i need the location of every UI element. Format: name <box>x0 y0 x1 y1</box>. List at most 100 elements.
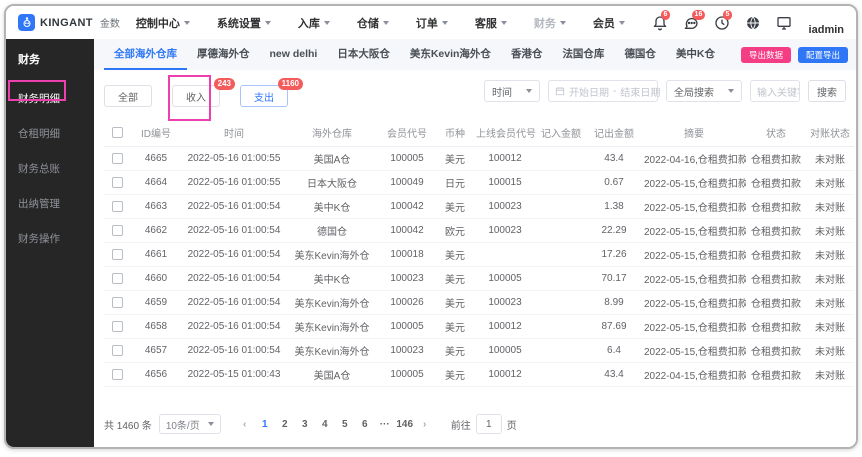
search-button[interactable]: 搜索 <box>808 80 846 102</box>
row-checkbox[interactable] <box>112 201 123 212</box>
clock-icon[interactable]: 5 <box>714 15 730 31</box>
table-cell: 2022-05-15,仓租费扣款 <box>642 291 746 315</box>
table-cell: 未对账 <box>806 267 854 291</box>
table-cell: 仓租费扣款 <box>746 195 806 219</box>
table-cell: 87.69 <box>586 315 642 339</box>
nav-menu-item[interactable]: 系统设置 <box>217 15 271 31</box>
warehouse-tab[interactable]: 美东Kevin海外仓 <box>400 39 501 70</box>
select-all-checkbox[interactable] <box>112 127 123 138</box>
search-scope-select[interactable]: 全局搜索 <box>666 80 742 102</box>
row-checkbox[interactable] <box>112 345 123 356</box>
nav-menu-item[interactable]: 财务 <box>534 15 566 31</box>
page-button[interactable]: 5 <box>336 415 354 433</box>
table-cell: 6.4 <box>586 339 642 363</box>
table-cell <box>536 291 586 315</box>
warehouse-tab[interactable]: 美中K仓 <box>666 39 725 70</box>
table-cell: 2022-04-15,仓租费扣款 <box>642 363 746 387</box>
table-row: 46592022-05-16 01:00:54美东Kevin海外仓100026美… <box>104 291 854 315</box>
time-select[interactable]: 时间 <box>484 80 540 102</box>
table-cell: 4657 <box>130 339 182 363</box>
filter-button[interactable]: 收入243 <box>172 85 220 107</box>
nav-menu-item[interactable]: 会员 <box>593 15 625 31</box>
keyword-input[interactable]: 输入关键字 <box>750 80 800 102</box>
export-data-button[interactable]: 导出数据 <box>741 47 791 63</box>
warehouse-tab[interactable]: 厚德海外仓 <box>187 39 260 70</box>
total-count: 共 1460 条 <box>104 417 152 432</box>
table-cell: 4665 <box>130 147 182 171</box>
table-cell: 100026 <box>378 291 436 315</box>
export-buttons: 导出数据 配置导出 <box>741 39 848 70</box>
sidebar-item[interactable]: 财务明细 <box>6 81 94 116</box>
top-navbar: KINGANT 金数 控制中心系统设置入库仓储订单客服财务会员 6165 iad… <box>6 6 856 39</box>
table-cell <box>536 171 586 195</box>
row-checkbox[interactable] <box>112 153 123 164</box>
warehouse-tab[interactable]: 全部海外仓库 <box>104 39 187 70</box>
row-checkbox[interactable] <box>112 225 123 236</box>
date-range-picker[interactable]: 开始日期 - 结束日期 <box>548 80 658 102</box>
table-cell: 仓租费扣款 <box>746 171 806 195</box>
row-checkbox[interactable] <box>112 273 123 284</box>
page-button[interactable]: 3 <box>296 415 314 433</box>
chevron-down-icon <box>526 89 532 93</box>
chevron-down-icon <box>501 21 507 25</box>
sidebar-item[interactable]: 财务操作 <box>6 221 94 256</box>
row-checkbox[interactable] <box>112 297 123 308</box>
nav-menu-item[interactable]: 客服 <box>475 15 507 31</box>
sidebar-item[interactable]: 仓租明细 <box>6 116 94 151</box>
nav-menu-item[interactable]: 控制中心 <box>136 15 190 31</box>
page-button[interactable]: 6 <box>356 415 374 433</box>
nav-menu-item[interactable]: 仓储 <box>357 15 389 31</box>
next-page-button[interactable]: › <box>416 415 434 433</box>
column-header: 上线会员代号 <box>474 119 536 147</box>
page-size-select[interactable]: 10条/页 <box>159 414 221 434</box>
goto-page-input[interactable]: 1 <box>476 414 502 434</box>
filter-button[interactable]: 支出1160 <box>240 85 288 107</box>
row-checkbox[interactable] <box>112 249 123 260</box>
monitor-icon[interactable] <box>776 15 792 31</box>
table-cell: 4663 <box>130 195 182 219</box>
warehouse-tab[interactable]: 法国仓库 <box>552 39 614 70</box>
table-cell: 4660 <box>130 267 182 291</box>
page-button[interactable]: 4 <box>316 415 334 433</box>
table-cell: 2022-05-16 01:00:55 <box>182 171 286 195</box>
table-cell <box>536 339 586 363</box>
table-cell: 美元 <box>436 363 474 387</box>
brand-name: KINGANT <box>40 17 93 29</box>
table-cell: 2022-05-16 01:00:54 <box>182 315 286 339</box>
bell-icon[interactable]: 6 <box>652 15 668 31</box>
page-button[interactable]: 1 <box>256 415 274 433</box>
chat-icon[interactable]: 16 <box>683 15 699 31</box>
row-checkbox[interactable] <box>112 177 123 188</box>
filter-button[interactable]: 全部 <box>104 85 152 107</box>
warehouse-tabbar: 全部海外仓库厚德海外仓new delhi日本大阪仓美东Kevin海外仓香港仓法国… <box>94 39 856 70</box>
nav-menu-item[interactable]: 订单 <box>416 15 448 31</box>
config-export-button[interactable]: 配置导出 <box>798 47 848 63</box>
nav-menu-label: 客服 <box>475 15 497 31</box>
prev-page-button[interactable]: ‹ <box>236 415 254 433</box>
goto-suffix-label: 页 <box>507 417 517 432</box>
table-cell: 2022-04-16,仓租费扣款 <box>642 147 746 171</box>
warehouse-tab[interactable]: 日本大阪仓 <box>327 39 400 70</box>
time-select-value: 时间 <box>492 84 512 99</box>
page-button[interactable]: 146 <box>396 415 414 433</box>
row-checkbox[interactable] <box>112 321 123 332</box>
page-button[interactable]: 2 <box>276 415 294 433</box>
table-cell: 美中K仓 <box>286 195 378 219</box>
row-checkbox-cell <box>104 219 130 243</box>
row-checkbox[interactable] <box>112 369 123 380</box>
date-end-placeholder: 结束日期 <box>620 84 660 99</box>
page-ellipsis: ··· <box>376 415 394 433</box>
warehouse-tab[interactable]: new delhi <box>260 39 328 70</box>
sidebar-item[interactable]: 出纳管理 <box>6 186 94 221</box>
warehouse-tab[interactable]: 德国仓 <box>614 39 666 70</box>
globe-icon[interactable] <box>745 15 761 31</box>
sidebar-item[interactable]: 财务总账 <box>6 151 94 186</box>
nav-menu-item[interactable]: 入库 <box>298 15 330 31</box>
table-cell: 仓租费扣款 <box>746 267 806 291</box>
table-cell: 未对账 <box>806 291 854 315</box>
warehouse-tab[interactable]: 香港仓 <box>501 39 553 70</box>
app-logo: KINGANT 金数 <box>18 14 120 31</box>
nav-menu-label: 财务 <box>534 15 556 31</box>
table-cell: 100023 <box>378 339 436 363</box>
app-window: KINGANT 金数 控制中心系统设置入库仓储订单客服财务会员 6165 iad… <box>4 4 858 449</box>
